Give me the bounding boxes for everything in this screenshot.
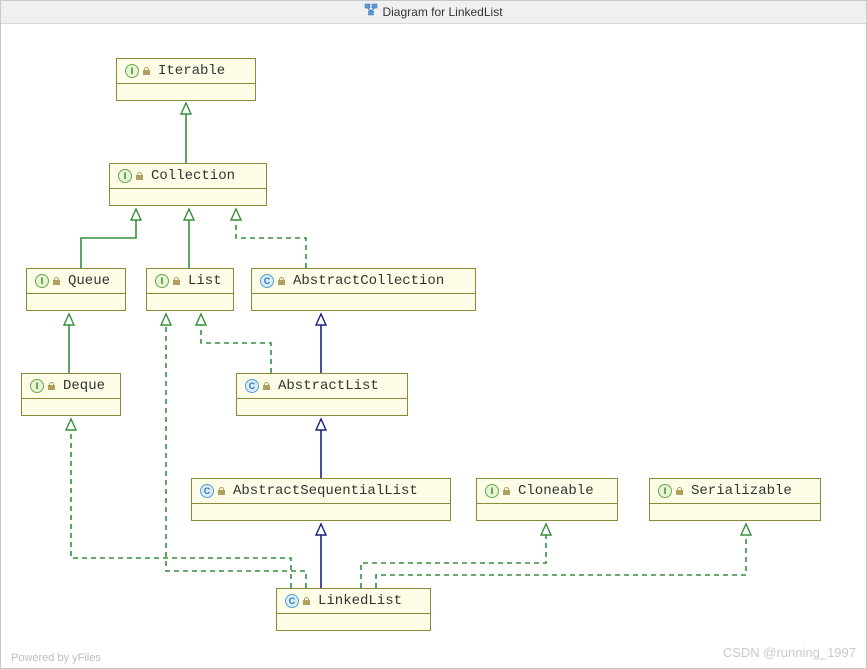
- class-label: Iterable: [158, 63, 225, 79]
- interface-icon: I: [485, 484, 499, 498]
- node-serializable[interactable]: I Serializable: [649, 478, 821, 521]
- class-icon: C: [260, 274, 274, 288]
- node-abstractlist[interactable]: C AbstractList: [236, 373, 408, 416]
- lock-icon: [277, 276, 287, 286]
- node-iterable[interactable]: I Iterable: [116, 58, 256, 101]
- class-label: Deque: [63, 378, 105, 394]
- lock-icon: [52, 276, 62, 286]
- edge-linkedlist-cloneable: [361, 524, 546, 588]
- node-collection[interactable]: I Collection: [109, 163, 267, 206]
- lock-icon: [675, 486, 685, 496]
- node-list[interactable]: I List: [146, 268, 234, 311]
- diagram-canvas[interactable]: I Iterable I Collection I Queue: [1, 23, 866, 668]
- lock-icon: [172, 276, 182, 286]
- watermark-label: CSDN @running_1997: [723, 645, 856, 660]
- window-title: Diagram for LinkedList: [382, 5, 502, 19]
- diagram-window: Diagram for LinkedList: [0, 0, 867, 669]
- edge-linkedlist-list: [166, 314, 306, 588]
- node-abstractcollection[interactable]: C AbstractCollection: [251, 268, 476, 311]
- node-cloneable[interactable]: I Cloneable: [476, 478, 618, 521]
- powered-by-label: Powered by yFiles: [11, 652, 101, 664]
- lock-icon: [262, 381, 272, 391]
- interface-icon: I: [155, 274, 169, 288]
- edges-layer: [1, 23, 866, 668]
- node-deque[interactable]: I Deque: [21, 373, 121, 416]
- class-icon: C: [200, 484, 214, 498]
- class-label: AbstractSequentialList: [233, 483, 418, 499]
- node-abstractsequentiallist[interactable]: C AbstractSequentialList: [191, 478, 451, 521]
- node-queue[interactable]: I Queue: [26, 268, 126, 311]
- lock-icon: [135, 171, 145, 181]
- edge-linkedlist-serializable: [376, 524, 746, 588]
- class-label: List: [188, 273, 222, 289]
- class-label: Cloneable: [518, 483, 594, 499]
- class-label: Collection: [151, 168, 235, 184]
- interface-icon: I: [35, 274, 49, 288]
- edge-queue-collection: [81, 209, 136, 268]
- lock-icon: [502, 486, 512, 496]
- class-icon: C: [245, 379, 259, 393]
- edge-abscol-collection: [236, 209, 306, 268]
- class-label: LinkedList: [318, 593, 402, 609]
- lock-icon: [302, 596, 312, 606]
- interface-icon: I: [125, 64, 139, 78]
- interface-icon: I: [30, 379, 44, 393]
- class-icon: C: [285, 594, 299, 608]
- class-label: Queue: [68, 273, 110, 289]
- title-bar: Diagram for LinkedList: [1, 1, 866, 24]
- node-linkedlist[interactable]: C LinkedList: [276, 588, 431, 631]
- class-label: Serializable: [691, 483, 792, 499]
- lock-icon: [217, 486, 227, 496]
- lock-icon: [47, 381, 57, 391]
- interface-icon: I: [658, 484, 672, 498]
- edge-abslist-list: [201, 314, 271, 373]
- class-label: AbstractCollection: [293, 273, 444, 289]
- interface-icon: I: [118, 169, 132, 183]
- class-label: AbstractList: [278, 378, 379, 394]
- diagram-icon: [364, 2, 378, 24]
- lock-icon: [142, 66, 152, 76]
